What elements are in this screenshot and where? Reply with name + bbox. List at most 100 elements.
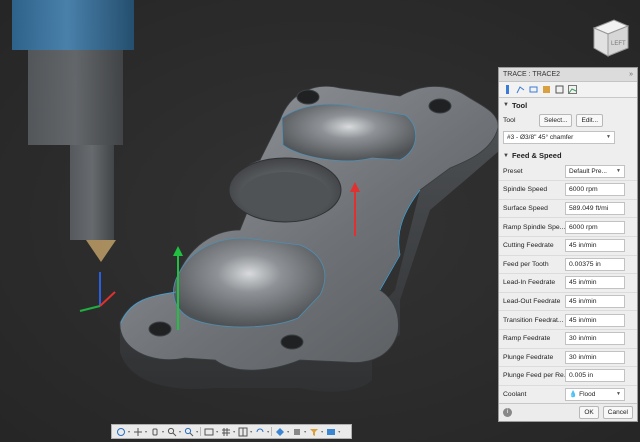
- feed-field-label: Ramp Feedrate: [503, 335, 551, 343]
- collapse-icon: ▼: [503, 152, 509, 159]
- feed-field-label: Spindle Speed: [503, 186, 548, 194]
- feed-field-row: Feed per Tooth 0.00375 in: [499, 254, 637, 274]
- feed-field-input[interactable]: 589.049 ft/mi: [565, 202, 625, 216]
- dialog-tabs: [499, 82, 637, 98]
- feed-field-label: Plunge Feedrate: [503, 353, 554, 361]
- collapse-icon: ▼: [503, 102, 509, 108]
- info-icon[interactable]: i: [503, 408, 512, 417]
- visual-style-icon[interactable]: [274, 427, 285, 437]
- toolbar-dropdown-icon[interactable]: ▾: [162, 429, 164, 434]
- cancel-button[interactable]: Cancel: [602, 406, 633, 419]
- chevron-down-icon: ▼: [606, 133, 611, 140]
- coolant-row: Coolant 💧 Flood ▼: [499, 384, 637, 404]
- droplet-icon: 💧: [569, 391, 578, 399]
- feed-field-row: Plunge Feedrate 30 in/min: [499, 347, 637, 367]
- ok-button[interactable]: OK: [579, 406, 599, 419]
- feed-field-label: Cutting Feedrate: [503, 242, 554, 250]
- feed-section-header[interactable]: ▼ Feed & Speed: [499, 149, 637, 163]
- toolbar-dropdown-icon[interactable]: ▾: [216, 429, 218, 434]
- feed-field-label: Ramp Spindle Spe...: [503, 223, 565, 231]
- toolbar-dropdown-icon[interactable]: ▾: [128, 429, 130, 434]
- tool-label: Tool: [503, 117, 516, 125]
- feed-field-label: Lead-Out Feedrate: [503, 298, 561, 306]
- heights-tab-icon[interactable]: [528, 85, 538, 95]
- tool-tab-icon[interactable]: [502, 85, 512, 95]
- tool-section-header[interactable]: ▼ Tool: [499, 98, 637, 112]
- grid-icon[interactable]: [220, 427, 231, 437]
- passes-tab-icon[interactable]: [541, 85, 551, 95]
- tool-edit-button[interactable]: Edit...: [576, 114, 604, 128]
- feed-field-input[interactable]: 45 in/min: [565, 239, 625, 253]
- feed-field-label: Surface Speed: [503, 205, 548, 213]
- trace-dialog: TRACE : TRACE2 » ▼ Tool Tool Select... E…: [498, 67, 638, 422]
- dialog-title: TRACE : TRACE2: [503, 71, 561, 78]
- coolant-value: Flood: [579, 391, 596, 399]
- viewports-icon[interactable]: [237, 427, 248, 437]
- geometry-tab-icon[interactable]: [515, 85, 525, 95]
- feed-field-input[interactable]: 45 in/min: [565, 276, 625, 290]
- feed-field-label: Feed per Tooth: [503, 260, 549, 268]
- feed-field-input[interactable]: 6000 rpm: [565, 183, 625, 197]
- feed-field-label: Transition Feedrat...: [503, 316, 564, 324]
- toolbar-dropdown-icon[interactable]: ▾: [287, 429, 289, 434]
- tool-select-button[interactable]: Select...: [539, 114, 573, 128]
- tool-selection-value: #3 - Ø3/8" 45° chamfer: [507, 133, 574, 141]
- feed-fields: Spindle Speed 6000 rpm Surface Speed 589.04…: [499, 180, 637, 385]
- coolant-label: Coolant: [503, 391, 527, 399]
- expand-icon[interactable]: »: [629, 71, 633, 78]
- feed-field-row: Spindle Speed 6000 rpm: [499, 180, 637, 199]
- pan-icon[interactable]: [132, 427, 143, 437]
- toolbar-dropdown-icon[interactable]: ▾: [304, 429, 306, 434]
- toolbar-dropdown-icon[interactable]: ▾: [179, 429, 181, 434]
- feed-field-row: Transition Feedrat... 45 in/min: [499, 310, 637, 329]
- display-settings-icon[interactable]: [203, 427, 214, 437]
- zoom-window-icon[interactable]: [183, 427, 194, 437]
- filter-icon[interactable]: [308, 427, 319, 437]
- chevron-down-icon: ▼: [616, 167, 621, 174]
- toolbar-dropdown-icon[interactable]: ▾: [196, 429, 198, 434]
- tool-selection-dropdown[interactable]: #3 - Ø3/8" 45° chamfer ▼: [503, 130, 615, 144]
- feed-field-input[interactable]: 30 in/min: [565, 350, 625, 364]
- toolbar-dropdown-icon[interactable]: ▾: [267, 429, 269, 434]
- toolbar-separator: [200, 427, 202, 436]
- navigation-toolbar: ▾ ▾ ▾ ▾ ▾ ▾ ▾ ▾ ▾ ▾ ▾ ▾ ▾: [111, 424, 352, 439]
- preset-row: Preset Default Pre... ▼: [499, 163, 637, 181]
- feed-field-row: Lead-In Feedrate 45 in/min: [499, 273, 637, 292]
- tool-section-title: Tool: [511, 100, 528, 110]
- dialog-header[interactable]: TRACE : TRACE2 »: [499, 68, 637, 82]
- feed-field-input[interactable]: 6000 rpm: [565, 220, 625, 234]
- coolant-dropdown[interactable]: 💧 Flood ▼: [565, 388, 625, 402]
- camera-icon[interactable]: [254, 427, 265, 437]
- orbit-icon[interactable]: [115, 427, 126, 437]
- feed-field-label: Plunge Feed per Re...: [503, 372, 565, 380]
- toolbar-dropdown-icon[interactable]: ▾: [338, 429, 340, 434]
- simulation-tab-icon[interactable]: [567, 85, 577, 95]
- effects-icon[interactable]: [291, 427, 302, 437]
- feed-field-input[interactable]: 45 in/min: [565, 295, 625, 309]
- feed-field-row: Cutting Feedrate 45 in/min: [499, 235, 637, 255]
- feed-field-row: Plunge Feed per Re... 0.005 in: [499, 366, 637, 385]
- viewcube-face-label: LEFT: [611, 41, 626, 47]
- tool-row: Tool Select... Edit...: [499, 112, 637, 130]
- toolbar-dropdown-icon[interactable]: ▾: [250, 429, 252, 434]
- toolbar-dropdown-icon[interactable]: ▾: [233, 429, 235, 434]
- zoom-icon[interactable]: [166, 427, 177, 437]
- linking-tab-icon[interactable]: [554, 85, 564, 95]
- feed-field-input[interactable]: 0.00375 in: [565, 257, 625, 271]
- preset-label: Preset: [503, 167, 523, 175]
- hand-icon[interactable]: [149, 427, 160, 437]
- toolbar-dropdown-icon[interactable]: ▾: [145, 429, 147, 434]
- feed-field-input[interactable]: 0.005 in: [565, 369, 625, 383]
- feed-field-row: Ramp Feedrate 30 in/min: [499, 328, 637, 348]
- feed-field-input[interactable]: 45 in/min: [565, 313, 625, 327]
- toolbar-dropdown-icon[interactable]: ▾: [321, 429, 323, 434]
- preset-value: Default Pre...: [569, 167, 607, 175]
- toolbar-separator: [271, 427, 273, 436]
- feed-section-title: Feed & Speed: [511, 151, 562, 161]
- section-icon[interactable]: [325, 427, 336, 437]
- feed-field-input[interactable]: 30 in/min: [565, 332, 625, 346]
- preset-dropdown[interactable]: Default Pre... ▼: [565, 164, 625, 178]
- dialog-footer: i OK Cancel: [499, 403, 637, 421]
- feed-field-row: Lead-Out Feedrate 45 in/min: [499, 291, 637, 311]
- viewcube[interactable]: LEFT: [584, 14, 632, 62]
